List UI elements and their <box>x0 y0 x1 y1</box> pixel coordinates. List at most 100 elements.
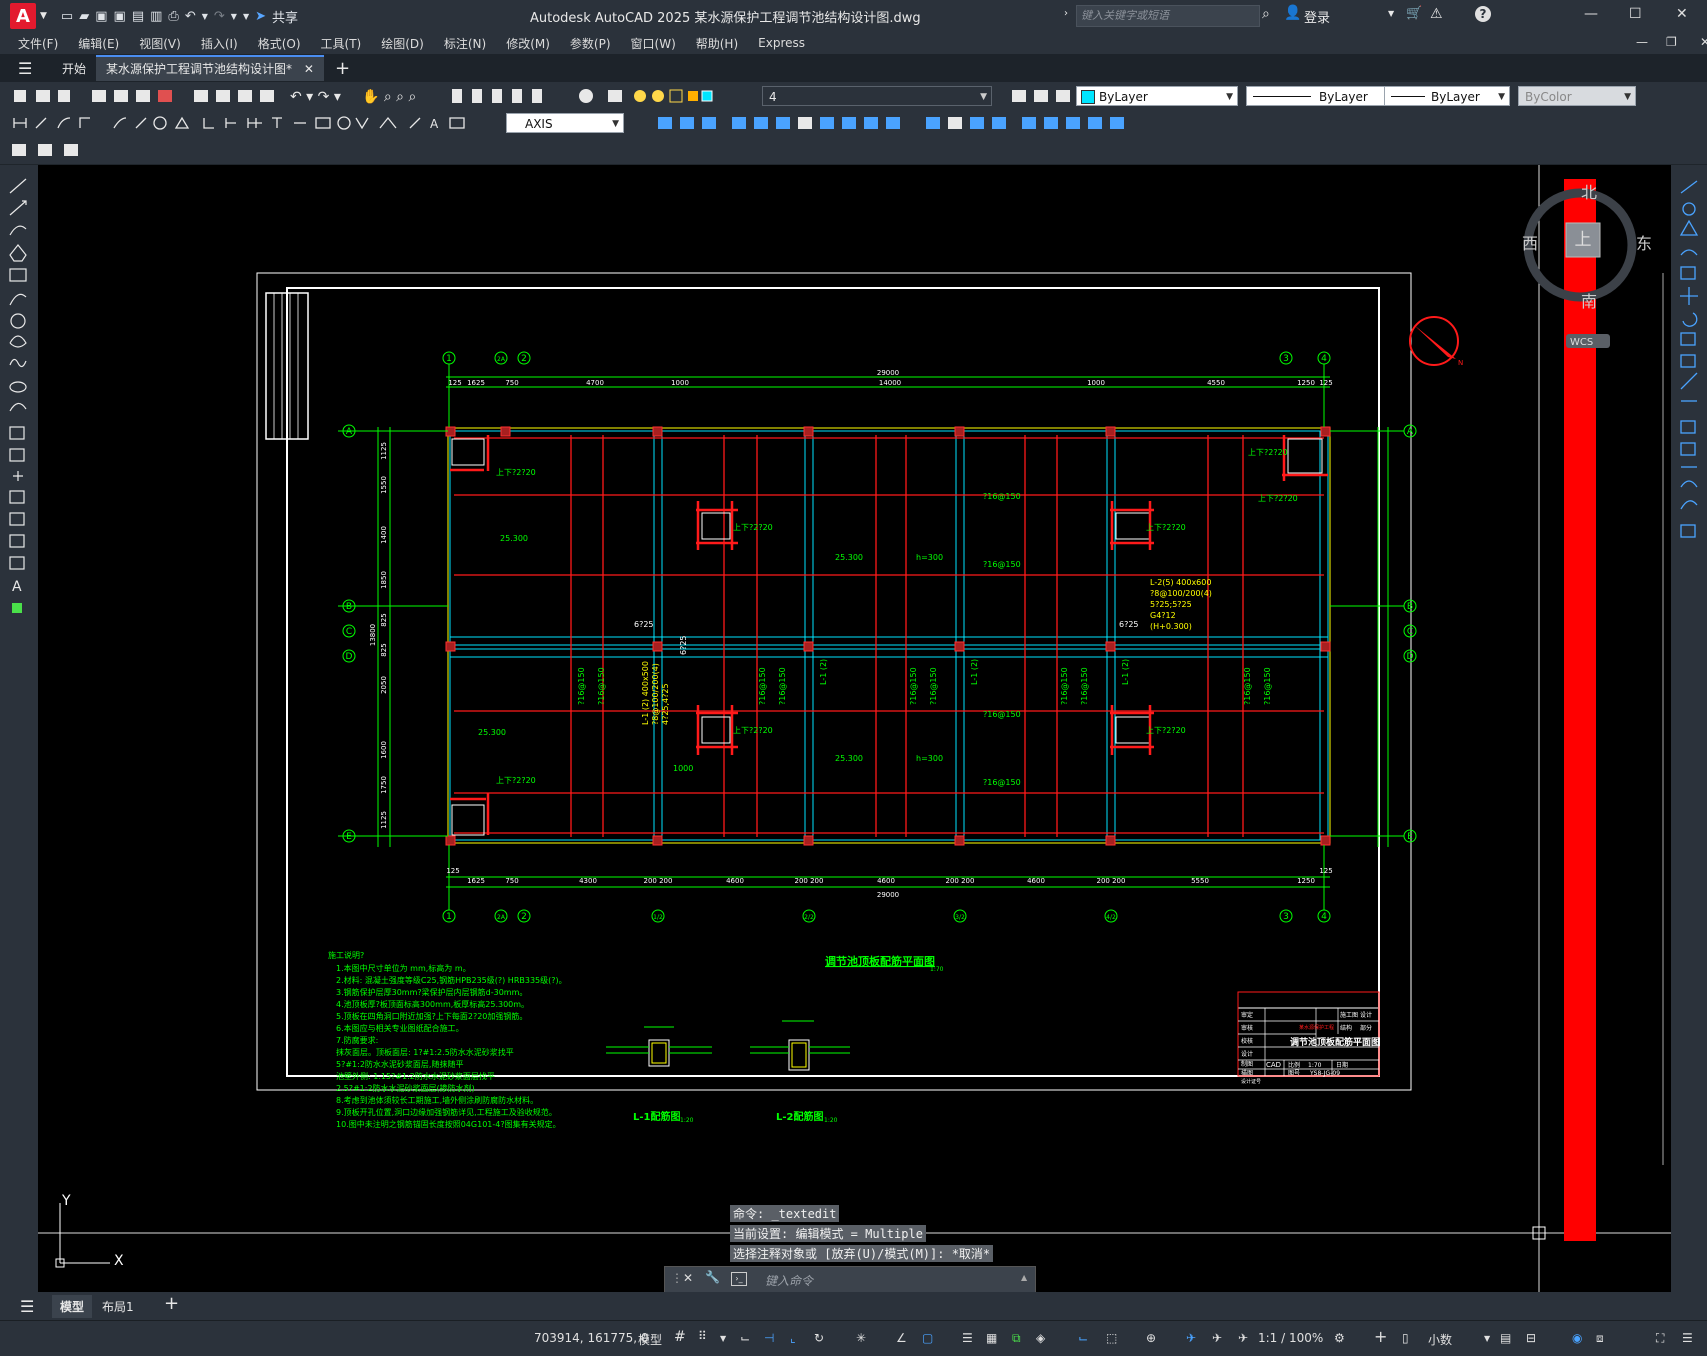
command-line[interactable]: ⋮ ✕ 🔧 ›_ 键入命令 ▲ <box>664 1266 1036 1294</box>
dimstyle-dropdown[interactable]: AXIS ▼ <box>506 113 624 133</box>
annotation-scale-icon[interactable]: ✈ <box>1238 1331 1248 1345</box>
snap-icon[interactable]: ⠿ <box>698 1329 707 1343</box>
menu-help[interactable]: 帮助(H) <box>696 35 738 52</box>
menu-file[interactable]: 文件(F) <box>18 35 58 52</box>
layer-dropdown[interactable]: 4 ▼ <box>762 86 992 106</box>
plotstyle-dropdown[interactable]: ByColor ▼ <box>1518 86 1636 106</box>
drawing-svg[interactable]: 1 2A 2 3 4 1 2A 2 1/2 2/2 3/2 4/2 3 4 A … <box>38 165 1671 1292</box>
command-close-icon[interactable]: ✕ <box>683 1271 693 1285</box>
clean-screen-icon[interactable]: ⛶ <box>1656 1331 1664 1346</box>
doc-restore-button[interactable]: ❐ <box>1666 35 1677 49</box>
tab-start[interactable]: 开始 <box>52 57 96 81</box>
lock-ui-icon[interactable]: ⊟ <box>1526 1331 1536 1345</box>
extra-tools-icons[interactable] <box>10 140 90 160</box>
isodraft-icon[interactable]: ✳ <box>856 1331 866 1345</box>
drawing-canvas[interactable]: 1 2A 2 3 4 1 2A 2 1/2 2/2 3/2 4/2 3 4 A … <box>38 165 1671 1292</box>
units-icon[interactable]: ▯ <box>1402 1331 1409 1345</box>
minimize-button[interactable]: — <box>1584 6 1598 22</box>
app-menu-chevron-icon[interactable]: ▼ <box>40 11 47 21</box>
maximize-button[interactable]: ☐ <box>1629 6 1642 22</box>
undo-dropdown-icon[interactable]: ▼ <box>202 12 208 21</box>
command-grip-icon[interactable]: ⋮ <box>671 1271 683 1285</box>
coordinate-readout[interactable]: 703914, 161775, 0 <box>534 1331 649 1345</box>
user-icon[interactable]: 👤 <box>1284 5 1301 21</box>
customize-qat-icon[interactable]: ▼ <box>243 12 249 21</box>
tab-model[interactable]: 模型 <box>52 1295 93 1318</box>
help-icon[interactable]: ? <box>1475 6 1491 22</box>
menu-format[interactable]: 格式(O) <box>258 35 301 52</box>
layout-menu-icon[interactable]: ☰ <box>20 1297 34 1316</box>
close-button[interactable]: ✕ <box>1676 6 1688 22</box>
quick-properties-icon[interactable]: ▤ <box>1500 1331 1511 1345</box>
menu-draw[interactable]: 绘图(D) <box>381 35 424 52</box>
annotation-scale-value[interactable]: 1:1 / 100% <box>1258 1331 1323 1345</box>
ortho-icon[interactable]: ⌙ <box>740 1331 750 1345</box>
command-dropdown-icon[interactable]: ▲ <box>1021 1273 1027 1282</box>
grid-icon[interactable]: # <box>674 1329 686 1345</box>
undo-icon[interactable]: ↶ <box>185 9 196 24</box>
print-icon[interactable]: ⎙ <box>168 9 178 24</box>
share-button[interactable]: 共享 <box>272 7 298 26</box>
redo-dropdown-icon[interactable]: ▼ <box>231 12 237 21</box>
tab-active-drawing[interactable]: 某水源保护工程调节池结构设计图* ✕ <box>96 55 324 81</box>
polar-icon[interactable]: ↻ <box>814 1331 824 1345</box>
units-value[interactable]: 小数 <box>1428 1331 1452 1348</box>
menu-edit[interactable]: 编辑(E) <box>78 35 119 52</box>
command-recent-icon[interactable]: ›_ <box>731 1272 747 1286</box>
autocad-logo[interactable]: A <box>10 3 36 29</box>
selection-cycling-icon[interactable]: ⧉ <box>1012 1331 1021 1346</box>
dynamic-input-icon[interactable]: ⌞ <box>790 1331 796 1345</box>
menu-modify[interactable]: 修改(M) <box>506 35 550 52</box>
search-icon[interactable]: ⌕ <box>1262 6 1270 22</box>
gizmo-icon[interactable]: ⊕ <box>1146 1331 1156 1345</box>
isolate-objects-icon[interactable]: ◉ <box>1572 1331 1582 1345</box>
open-file-icon[interactable]: ▰ <box>79 9 89 24</box>
lineweight-icon[interactable]: ☰ <box>962 1331 973 1345</box>
login-button[interactable]: 登录 <box>1304 7 1330 26</box>
3d-osnap-icon[interactable]: ◈ <box>1036 1331 1045 1345</box>
search-input[interactable]: 键入关键字或短语 <box>1076 5 1260 27</box>
add-layout-button[interactable]: + <box>164 1293 179 1314</box>
infer-constraints-icon[interactable]: ⊣ <box>764 1331 774 1345</box>
units-dropdown-icon[interactable]: ▼ <box>1484 1334 1490 1343</box>
draw-tools-icons[interactable]: A <box>0 165 38 625</box>
dynamic-ucs-icon[interactable]: ⌙ <box>1078 1331 1088 1345</box>
menu-window[interactable]: 窗口(W) <box>631 35 676 52</box>
close-tab-icon[interactable]: ✕ <box>304 62 314 76</box>
new-file-icon[interactable]: ▭ <box>61 9 73 24</box>
search-chevron-icon[interactable]: › <box>1064 8 1068 19</box>
menu-view[interactable]: 视图(V) <box>139 35 181 52</box>
annotation-monitor-icon[interactable]: + <box>1374 1327 1387 1346</box>
doc-close-button[interactable]: ✕ <box>1700 35 1707 49</box>
cart-icon[interactable]: 🛒 <box>1406 6 1422 21</box>
menu-express[interactable]: Express <box>758 36 805 50</box>
selection-filter-icon[interactable]: ⬚ <box>1106 1331 1117 1345</box>
command-customize-icon[interactable]: 🔧 <box>705 1270 720 1284</box>
redo-icon[interactable]: ↷ <box>214 9 225 24</box>
workspace-gear-icon[interactable]: ⚙ <box>1334 1331 1345 1345</box>
plot-preview-icon[interactable]: ▥ <box>150 9 162 24</box>
modify-tools-icons[interactable] <box>656 113 1136 133</box>
menu-parameters[interactable]: 参数(P) <box>570 35 611 52</box>
osnap-icon[interactable]: ▢ <box>922 1331 933 1345</box>
autodesk-a360-icon[interactable]: ⚠ <box>1430 6 1443 22</box>
hamburger-menu-icon[interactable]: ☰ <box>18 59 32 78</box>
hardware-accel-icon[interactable]: ⧈ <box>1596 1331 1604 1346</box>
color-dropdown[interactable]: ByLayer ▼ <box>1076 86 1238 106</box>
layer-tools-icons[interactable] <box>1008 87 1076 105</box>
auto-scale-icon[interactable]: ✈ <box>1212 1331 1222 1345</box>
standard-toolbar-icons[interactable]: ↶ ▾ ↷ ▾ ✋ ⌕ ⌕ ⌕ <box>10 86 660 106</box>
menu-dimension[interactable]: 标注(N) <box>444 35 486 52</box>
menu-tools[interactable]: 工具(T) <box>321 35 362 52</box>
layer-state-icons[interactable] <box>632 87 722 105</box>
transparency-icon[interactable]: ▦ <box>986 1331 997 1345</box>
customization-icon[interactable]: ☰ <box>1682 1331 1693 1345</box>
save-icon[interactable]: ▣ <box>95 9 107 24</box>
publish-icon[interactable]: ▤ <box>132 9 144 24</box>
osnap-tracking-icon[interactable]: ∠ <box>896 1331 907 1345</box>
new-tab-button[interactable]: + <box>325 57 360 81</box>
share-icon[interactable]: ➤ <box>255 9 266 24</box>
dimension-tools-icons[interactable]: A <box>10 114 500 132</box>
snap-dropdown-icon[interactable]: ▼ <box>720 1334 726 1343</box>
tab-layout1[interactable]: 布局1 <box>102 1298 134 1315</box>
